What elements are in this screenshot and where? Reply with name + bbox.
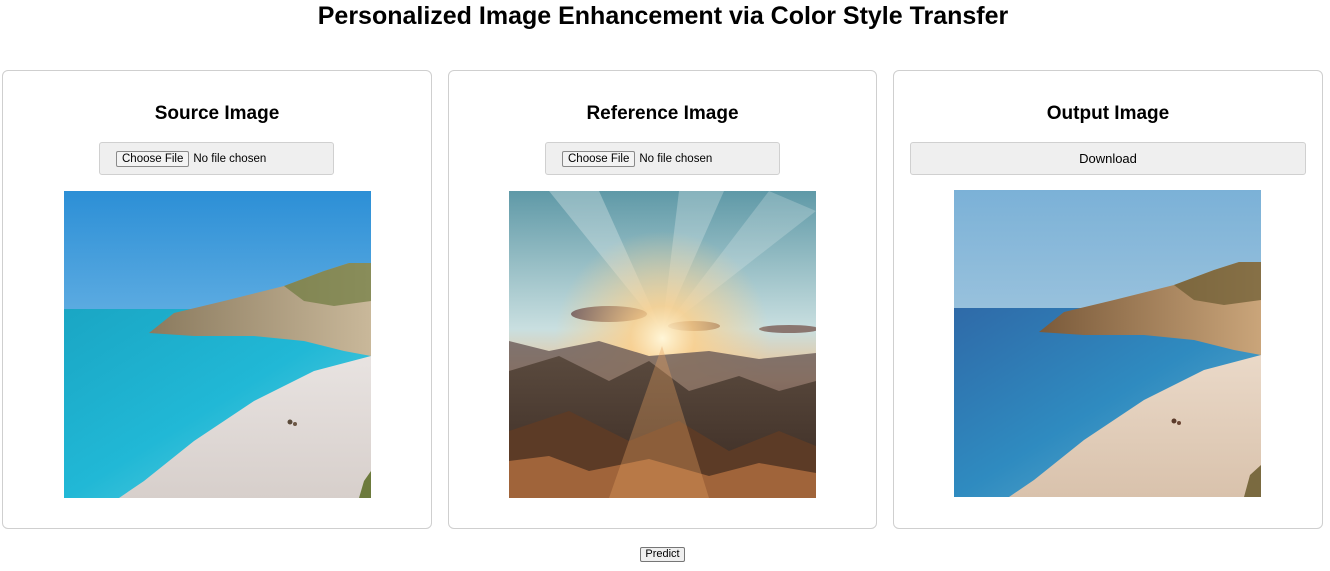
source-choose-file-button[interactable]: Choose File [116, 150, 190, 167]
reference-image-title: Reference Image [586, 103, 739, 124]
reference-image-panel: Reference Image Choose File No file chos… [448, 70, 877, 529]
predict-button[interactable]: Predict [640, 547, 685, 562]
reference-file-status: No file chosen [639, 152, 713, 165]
source-image-panel: Source Image Choose File No file chosen [2, 70, 432, 529]
download-button[interactable]: Download [910, 142, 1306, 175]
output-image-panel: Output Image Download [893, 70, 1323, 529]
reference-image-preview [509, 191, 816, 498]
source-file-status: No file chosen [193, 152, 267, 165]
source-file-input[interactable]: Choose File No file chosen [99, 142, 334, 175]
page-title: Personalized Image Enhancement via Color… [317, 2, 1009, 30]
reference-file-input[interactable]: Choose File No file chosen [545, 142, 780, 175]
reference-choose-file-button[interactable]: Choose File [562, 150, 636, 167]
output-image-title: Output Image [1046, 103, 1170, 124]
source-image-title: Source Image [154, 103, 280, 124]
source-image-preview [64, 191, 371, 498]
output-image-preview [954, 190, 1261, 497]
